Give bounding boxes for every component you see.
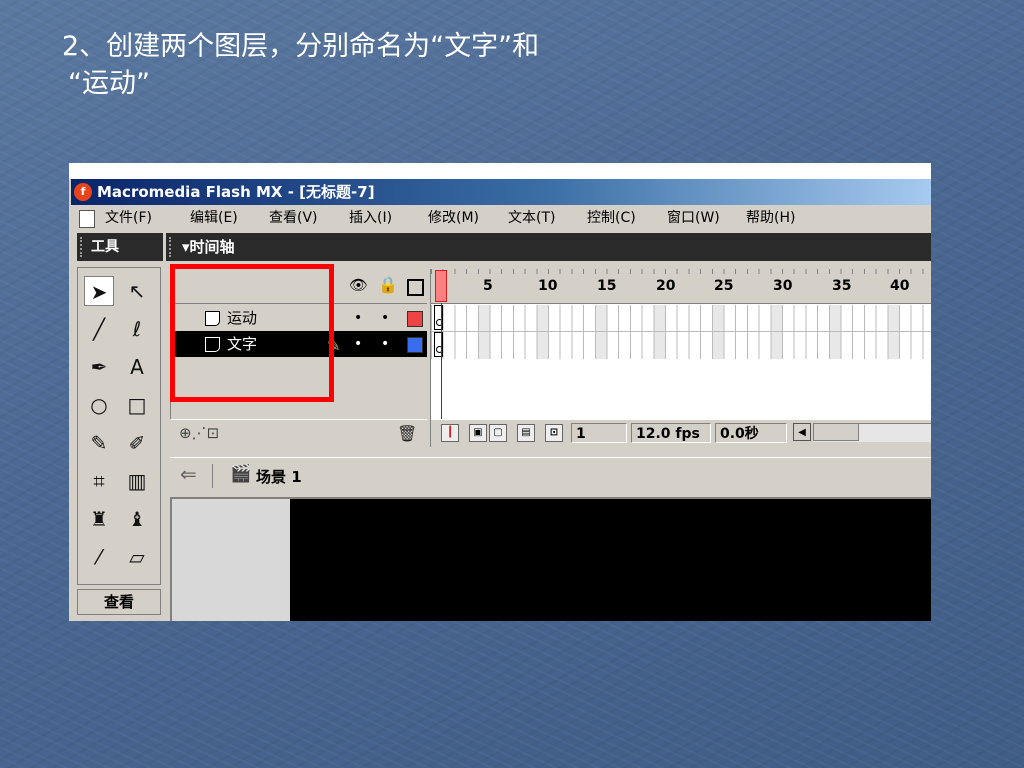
subselect-tool-icon[interactable]: ↖: [122, 276, 152, 306]
current-frame-field: 1: [571, 423, 627, 443]
fill-transform-tool-icon[interactable]: ▥: [122, 466, 152, 496]
pen-tool-icon[interactable]: ✒: [84, 352, 114, 382]
paint-bucket-tool-icon[interactable]: ♝: [122, 504, 152, 534]
row-divider: [431, 331, 931, 332]
ruler-tick-label: 20: [656, 278, 676, 294]
text-tool-icon[interactable]: A: [122, 352, 152, 382]
center-frame-icon[interactable]: ┃: [441, 424, 459, 442]
scene-name[interactable]: 场景 1: [256, 466, 302, 487]
frame-ruler[interactable]: 1 5 10 15 20 25 30 35 40: [431, 269, 931, 304]
lock-dot-icon[interactable]: •: [381, 331, 389, 357]
frame-area[interactable]: 1 5 10 15 20 25 30 35 40 ┃ ▣ ▢ ▤: [430, 269, 931, 448]
tools-panel: 工具 ➤ ↖ ╱ ℓ ✒ A ○ □ ✎ ✐ ⌗ ▥ ♜ ♝ ⁄ ▱ 查看: [77, 233, 163, 621]
outline-color-box[interactable]: [407, 337, 423, 353]
ruler-tick-label: 25: [714, 278, 734, 294]
menu-modify[interactable]: 修改(M): [428, 205, 479, 231]
ruler-tick-label: 15: [597, 278, 617, 294]
ruler-tick-label: 30: [773, 278, 793, 294]
show-hide-all-icon[interactable]: 👁: [349, 276, 368, 294]
scene-clapper-icon: 🎬: [230, 464, 252, 484]
scroll-left-icon[interactable]: ◀: [793, 423, 811, 441]
timeline-title: ▾时间轴: [182, 238, 235, 256]
layers-highlight-box: [170, 264, 334, 402]
line-tool-icon[interactable]: ╱: [84, 314, 114, 344]
add-layer-icons[interactable]: ⊕⋰⊡: [179, 424, 219, 442]
slide-title-line-1: 2、创建两个图层，分别命名为“文字”和: [62, 31, 540, 62]
timeline-header[interactable]: ▾时间轴: [166, 233, 931, 261]
layer-controls: ⊕⋰⊡ 🗑: [171, 419, 427, 448]
panel-grip-icon[interactable]: [80, 237, 86, 257]
document-icon[interactable]: [79, 210, 95, 228]
back-arrow-icon[interactable]: ⇐: [180, 462, 197, 486]
timeline-status-bar: ┃ ▣ ▢ ▤ ⊡ 1 12.0 fps 0.0秒 ◀: [431, 419, 931, 448]
playhead-line: [441, 303, 442, 419]
menu-help[interactable]: 帮助(H): [746, 205, 795, 231]
ruler-tick-label: 40: [890, 278, 910, 294]
ink-bottle-tool-icon[interactable]: ♜: [84, 504, 114, 534]
lock-all-icon[interactable]: 🔒: [378, 275, 398, 294]
brush-tool-icon[interactable]: ✐: [122, 428, 152, 458]
lock-dot-icon[interactable]: •: [381, 305, 389, 331]
ruler-tick-label: 10: [538, 278, 558, 294]
menu-control[interactable]: 控制(C): [587, 205, 636, 231]
visibility-dot-icon[interactable]: •: [354, 331, 362, 357]
flash-screenshot: f Macromedia Flash MX - [无标题-7] 文件(F) 编辑…: [69, 163, 931, 621]
menu-file[interactable]: 文件(F): [105, 205, 152, 231]
frame-rate-field[interactable]: 12.0 fps: [631, 423, 711, 443]
stage-margin: [172, 499, 290, 621]
pencil-tool-icon[interactable]: ✎: [84, 428, 114, 458]
tools-grid: ➤ ↖ ╱ ℓ ✒ A ○ □ ✎ ✐ ⌗ ▥ ♜ ♝ ⁄ ▱: [77, 267, 161, 585]
modify-onion-markers-icon[interactable]: ⊡: [545, 424, 563, 442]
menu-window[interactable]: 窗口(W): [667, 205, 720, 231]
elapsed-time-field: 0.0秒: [715, 423, 787, 443]
outline-all-icon[interactable]: [407, 279, 424, 296]
view-section-label[interactable]: 查看: [77, 589, 161, 615]
eraser-tool-icon[interactable]: ▱: [122, 542, 152, 572]
rectangle-tool-icon[interactable]: □: [122, 390, 152, 420]
slide-title: 2、创建两个图层，分别命名为“文字”和 “运动”: [62, 28, 539, 102]
menu-text[interactable]: 文本(T): [508, 205, 555, 231]
visibility-dot-icon[interactable]: •: [354, 305, 362, 331]
flash-logo-icon: f: [74, 183, 92, 201]
tools-panel-title: 工具: [91, 239, 119, 255]
screenshot-top-margin: [69, 163, 931, 179]
menu-edit[interactable]: 编辑(E): [190, 205, 238, 231]
tools-panel-header[interactable]: 工具: [77, 233, 163, 261]
oval-tool-icon[interactable]: ○: [84, 390, 114, 420]
outline-color-box[interactable]: [407, 311, 423, 327]
window-title-bar[interactable]: f Macromedia Flash MX - [无标题-7]: [71, 179, 931, 205]
panel-grip-icon[interactable]: [169, 237, 175, 257]
ruler-tick-label: 5: [483, 278, 493, 294]
window-title: Macromedia Flash MX - [无标题-7]: [97, 183, 375, 201]
delete-layer-icon[interactable]: 🗑: [397, 424, 417, 443]
edit-bar: ⇐ 🎬 场景 1: [170, 457, 931, 494]
menu-bar: 文件(F) 编辑(E) 查看(V) 插入(I) 修改(M) 文本(T) 控制(C…: [71, 205, 931, 231]
menu-view[interactable]: 查看(V): [269, 205, 318, 231]
edit-multiple-frames-icon[interactable]: ▤: [517, 424, 535, 442]
slide-title-line-2: “运动”: [68, 68, 150, 99]
stage-area[interactable]: [170, 497, 931, 621]
eyedropper-tool-icon[interactable]: ⁄: [84, 542, 114, 572]
menu-insert[interactable]: 插入(I): [349, 205, 392, 231]
free-transform-tool-icon[interactable]: ⌗: [84, 466, 114, 496]
frame-rows[interactable]: [431, 305, 931, 359]
lasso-tool-icon[interactable]: ℓ: [122, 314, 152, 344]
arrow-tool-icon[interactable]: ➤: [84, 276, 114, 306]
playhead[interactable]: [435, 270, 447, 302]
edit-bar-divider: [212, 464, 213, 488]
onion-skin-icon[interactable]: ▣: [469, 424, 487, 442]
scrollbar-thumb[interactable]: [813, 423, 859, 441]
ruler-tick-label: 35: [832, 278, 852, 294]
onion-outline-icon[interactable]: ▢: [489, 424, 507, 442]
